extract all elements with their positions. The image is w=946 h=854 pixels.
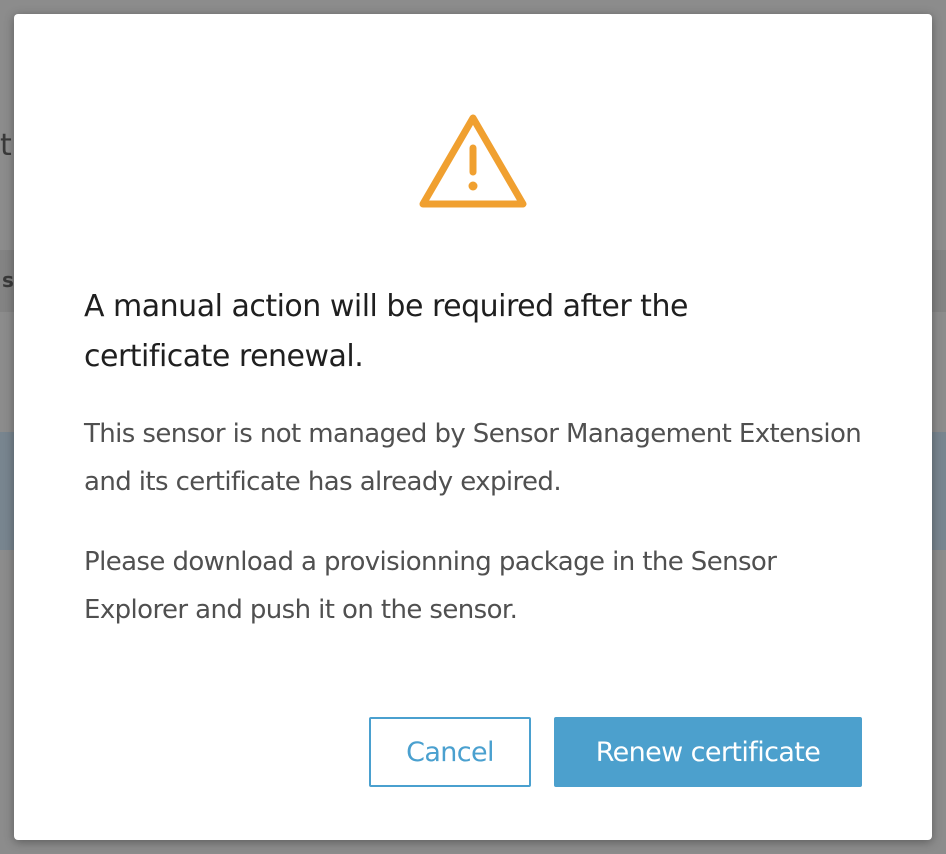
renew-certificate-button[interactable]: Renew certificate <box>554 717 862 787</box>
confirmation-dialog: A manual action will be required after t… <box>14 14 932 840</box>
dialog-message-not-managed: This sensor is not managed by Sensor Man… <box>84 419 862 497</box>
background-text-fragment: t <box>0 128 12 163</box>
dialog-message-instructions: Please download a provisionning package … <box>84 547 777 625</box>
background-header-fragment: s <box>2 268 14 292</box>
warning-triangle-icon <box>419 114 527 208</box>
dialog-title: A manual action will be required after t… <box>84 289 688 374</box>
cancel-button[interactable]: Cancel <box>369 717 531 787</box>
